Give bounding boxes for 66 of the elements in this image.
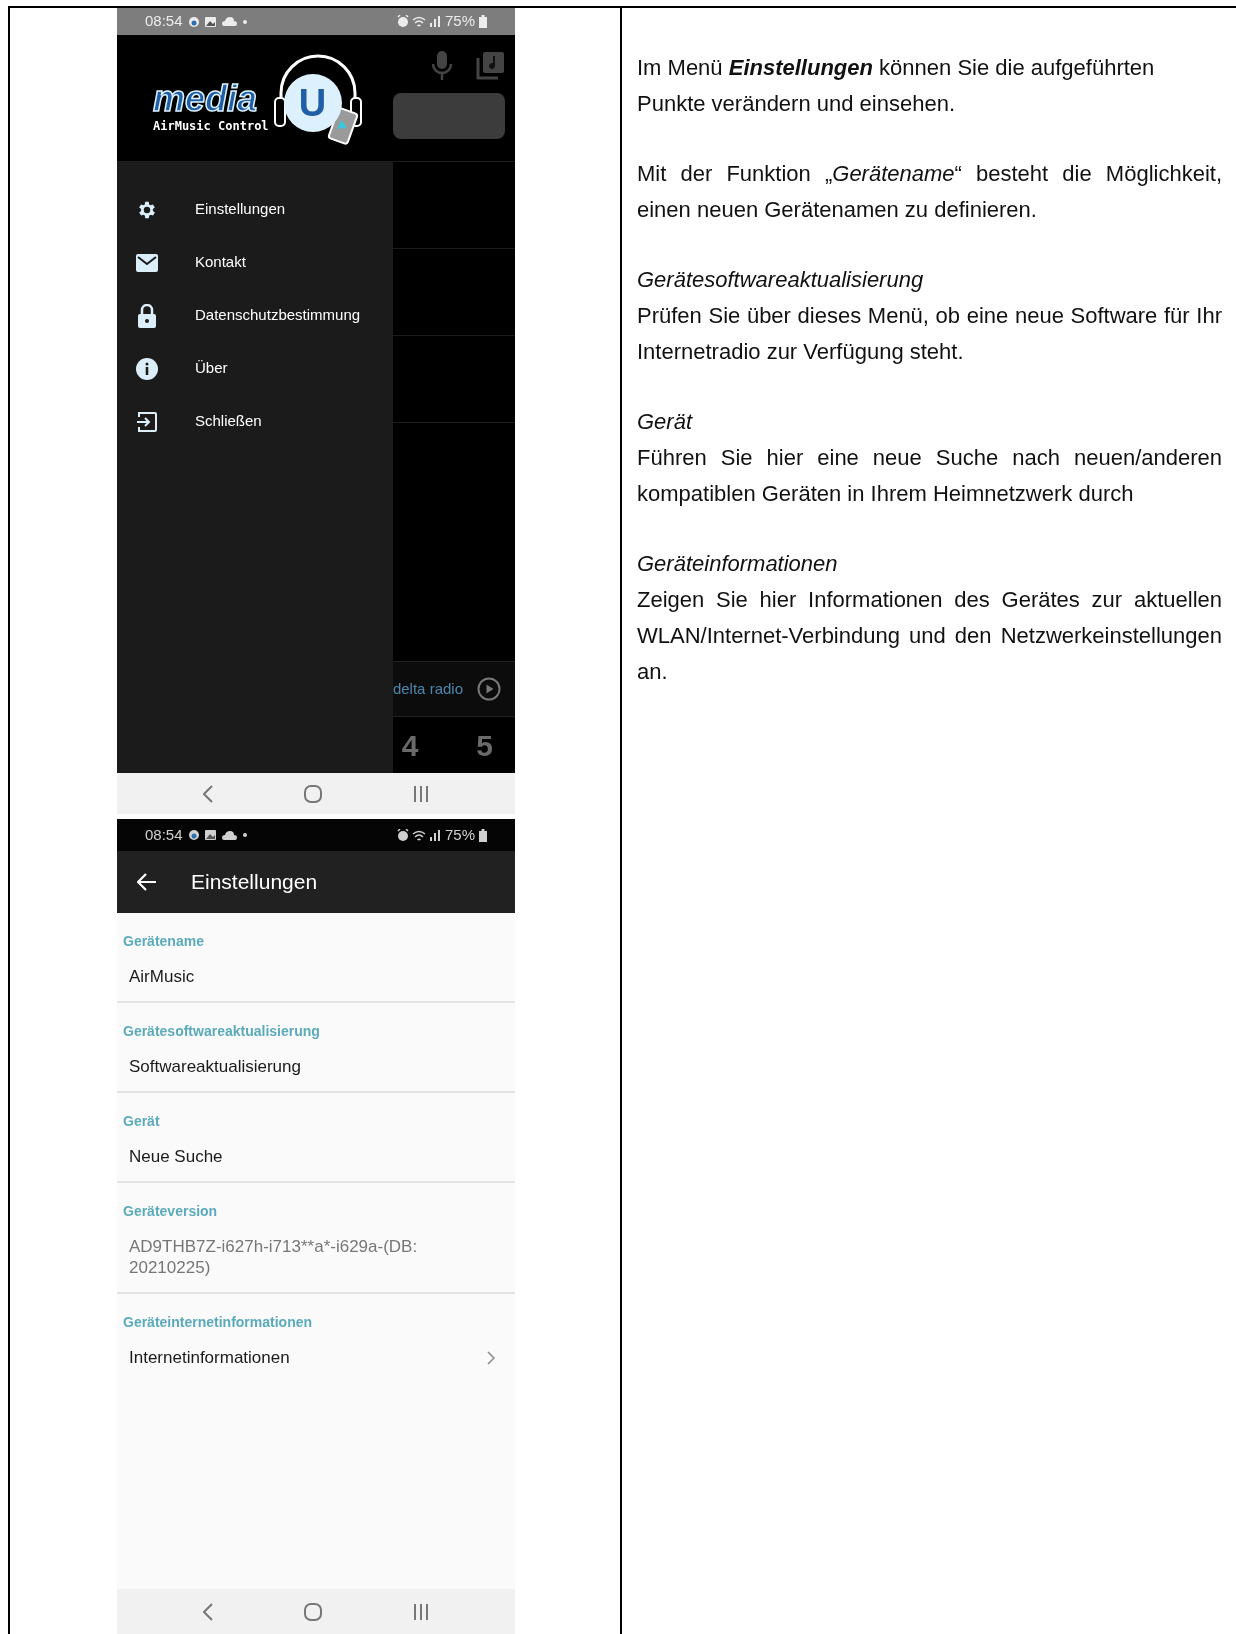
preset-button[interactable]: 5	[476, 722, 493, 768]
setting-value: Neue Suche	[129, 1146, 223, 1167]
setting-value: AD9THB7Z-i627h-i713**a*-i629a-(DB: 20210225)	[129, 1236, 419, 1278]
topic-text: Prüfen Sie über dieses Menü, ob eine neue Software für Ihr Internetradio zur Verfügung steht.	[637, 302, 1222, 366]
music-library-icon[interactable]	[475, 51, 505, 81]
lock-icon	[138, 303, 156, 328]
drawer-menu-item[interactable]: Über	[117, 342, 393, 395]
drawer-menu-item[interactable]: Einstellungen	[117, 183, 393, 236]
setting-item[interactable]: Internetinformationen	[117, 1347, 515, 1368]
setting-item[interactable]: Neue Suche	[117, 1146, 515, 1167]
status-time: 08:54	[145, 824, 183, 845]
setting-item[interactable]: AirMusic	[117, 966, 515, 987]
screen-title: Einstellungen	[191, 869, 318, 896]
setting-item[interactable]: Softwareaktualisierung	[117, 1056, 515, 1077]
topic-heading: Gerät	[637, 408, 694, 436]
topic-text: Führen Sie hier eine neue Suche nach neuen/anderen kompatiblen Geräten in Ihrem Heimnetzwerk durch	[637, 444, 1222, 508]
body-paragraph: Mit der Funktion „Gerätename“ besteht die Möglichkeit, einen neuen Gerätenamen zu definieren.	[637, 160, 1222, 224]
intro-paragraph: Im Menü Einstellungen können Sie die aufgeführten Punkte verändern und einsehen.	[637, 54, 1156, 118]
cloud-icon	[221, 830, 237, 840]
chevron-right-icon	[487, 1350, 495, 1365]
battery-level: 75%	[444, 824, 475, 845]
logo-tagline: AirMusic Control	[153, 118, 269, 135]
image-icon	[204, 830, 216, 840]
section-header: Gerätename	[122, 932, 205, 951]
section-header: Gerätesoftwareaktualisierung	[122, 1022, 321, 1041]
battery-icon	[479, 828, 487, 842]
logo-wordmark: media	[153, 81, 259, 117]
app-notification-icon	[188, 16, 199, 27]
recent-apps-icon[interactable]	[413, 1604, 430, 1620]
info-icon	[136, 357, 158, 380]
status-time: 08:54	[145, 11, 183, 32]
cloud-icon	[221, 17, 237, 26]
logo-letter: U	[283, 74, 342, 132]
exit-icon	[136, 410, 158, 433]
system-status-icons	[396, 828, 441, 842]
dot-icon	[242, 19, 247, 24]
home-icon[interactable]	[304, 784, 322, 803]
search-field[interactable]	[393, 93, 505, 139]
section-header: Geräteversion	[122, 1202, 219, 1221]
recent-apps-icon[interactable]	[413, 785, 430, 802]
back-arrow-icon[interactable]	[137, 873, 157, 891]
app-notification-icon	[188, 830, 199, 840]
preset-button[interactable]: 4	[401, 722, 419, 768]
image-icon	[204, 16, 216, 27]
station-name: delta radio	[392, 678, 463, 699]
dot-icon	[242, 833, 247, 837]
drawer-menu-item[interactable]: Datenschutzbestimmung	[117, 289, 393, 342]
setting-value: AirMusic	[129, 966, 195, 987]
back-icon[interactable]	[202, 1603, 213, 1621]
drawer-menu-item[interactable]: Schließen	[117, 395, 393, 448]
battery-level: 75%	[444, 11, 475, 32]
setting-value: Softwareaktualisierung	[129, 1056, 301, 1077]
topic-text: Zeigen Sie hier Informationen des Gerätes zur aktuellen WLAN/Internet-Verbindung und den Netzwerkeinstellungen an.	[637, 586, 1222, 686]
microphone-icon[interactable]	[431, 51, 453, 81]
section-header: Gerät	[122, 1112, 161, 1131]
play-icon[interactable]	[477, 677, 501, 701]
back-icon[interactable]	[202, 784, 213, 803]
battery-icon	[479, 15, 487, 28]
topic-heading: Geräteinformationen	[637, 550, 839, 578]
drawer-menu-item[interactable]: Kontakt	[117, 236, 393, 289]
system-status-icons	[396, 15, 441, 28]
topic-heading: Gerätesoftwareaktualisierung	[637, 266, 925, 294]
section-header: Geräteinternetinformationen	[122, 1313, 314, 1332]
home-icon[interactable]	[304, 1603, 322, 1621]
envelope-icon	[136, 253, 158, 272]
setting-value: Internetinformationen	[129, 1347, 290, 1368]
